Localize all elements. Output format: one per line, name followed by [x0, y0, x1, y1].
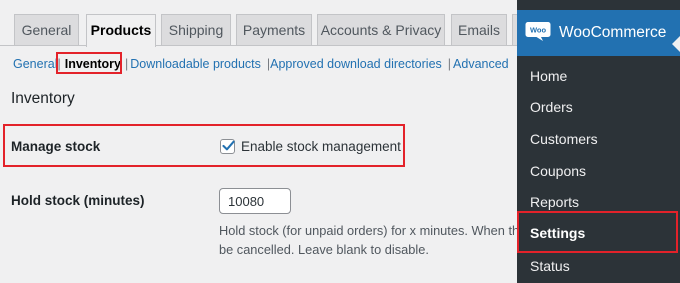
sidebar-item-home[interactable]: Home	[517, 63, 680, 89]
admin-sidebar: Woo WooCommerce Home Orders Customers Co…	[517, 0, 680, 283]
tab-general[interactable]: General	[14, 14, 79, 45]
tab-shipping[interactable]: Shipping	[161, 14, 231, 45]
hold-stock-input[interactable]	[219, 188, 291, 214]
products-subnav: General| Inventory | Downloadable products |…	[13, 55, 509, 73]
subnav-general[interactable]: General	[13, 57, 57, 71]
sidebar-title: WooCommerce	[559, 24, 667, 41]
logo-text: Woo	[530, 26, 547, 35]
sidebar-item-status[interactable]: Status	[517, 253, 680, 279]
hold-stock-description-line1: Hold stock (for unpaid orders) for x min…	[219, 223, 519, 238]
subnav-downloadable-products[interactable]: Downloadable products	[128, 57, 261, 71]
hold-stock-description-line2: be cancelled. Leave blank to disable.	[219, 242, 429, 257]
page-title: Inventory	[11, 90, 75, 107]
woocommerce-settings-screen: General Products Shipping Payments Accou…	[0, 0, 680, 283]
sidebar-item-customers[interactable]: Customers	[517, 126, 680, 152]
sidebar-current-notch	[672, 36, 680, 52]
subnav-advanced[interactable]: Advanced	[451, 57, 509, 71]
sidebar-woocommerce-header[interactable]: Woo WooCommerce	[517, 10, 680, 56]
manage-stock-label: Manage stock	[11, 139, 101, 154]
subnav-inventory[interactable]: Inventory	[61, 57, 125, 71]
subnav-separator: |	[447, 57, 452, 71]
manage-stock-checkbox-label[interactable]: Enable stock management	[241, 138, 401, 156]
hold-stock-description: Hold stock (for unpaid orders) for x min…	[219, 221, 519, 259]
tab-payments[interactable]: Payments	[236, 14, 312, 45]
tab-emails[interactable]: Emails	[451, 14, 507, 45]
tab-accounts-privacy[interactable]: Accounts & Privacy	[317, 14, 445, 45]
sidebar-item-orders[interactable]: Orders	[517, 94, 680, 120]
woocommerce-logo-icon: Woo	[525, 22, 551, 41]
subnav-separator: |	[266, 57, 271, 71]
sidebar-item-coupons[interactable]: Coupons	[517, 158, 680, 184]
checkmark-icon	[222, 140, 235, 151]
tab-products[interactable]: Products	[86, 14, 156, 47]
subnav-approved-download-directories[interactable]: Approved download directories	[270, 57, 442, 71]
manage-stock-checkbox[interactable]	[220, 139, 235, 154]
sidebar-item-settings[interactable]: Settings	[517, 220, 680, 246]
sidebar-item-reports[interactable]: Reports	[517, 189, 680, 215]
hold-stock-label: Hold stock (minutes)	[11, 193, 145, 208]
